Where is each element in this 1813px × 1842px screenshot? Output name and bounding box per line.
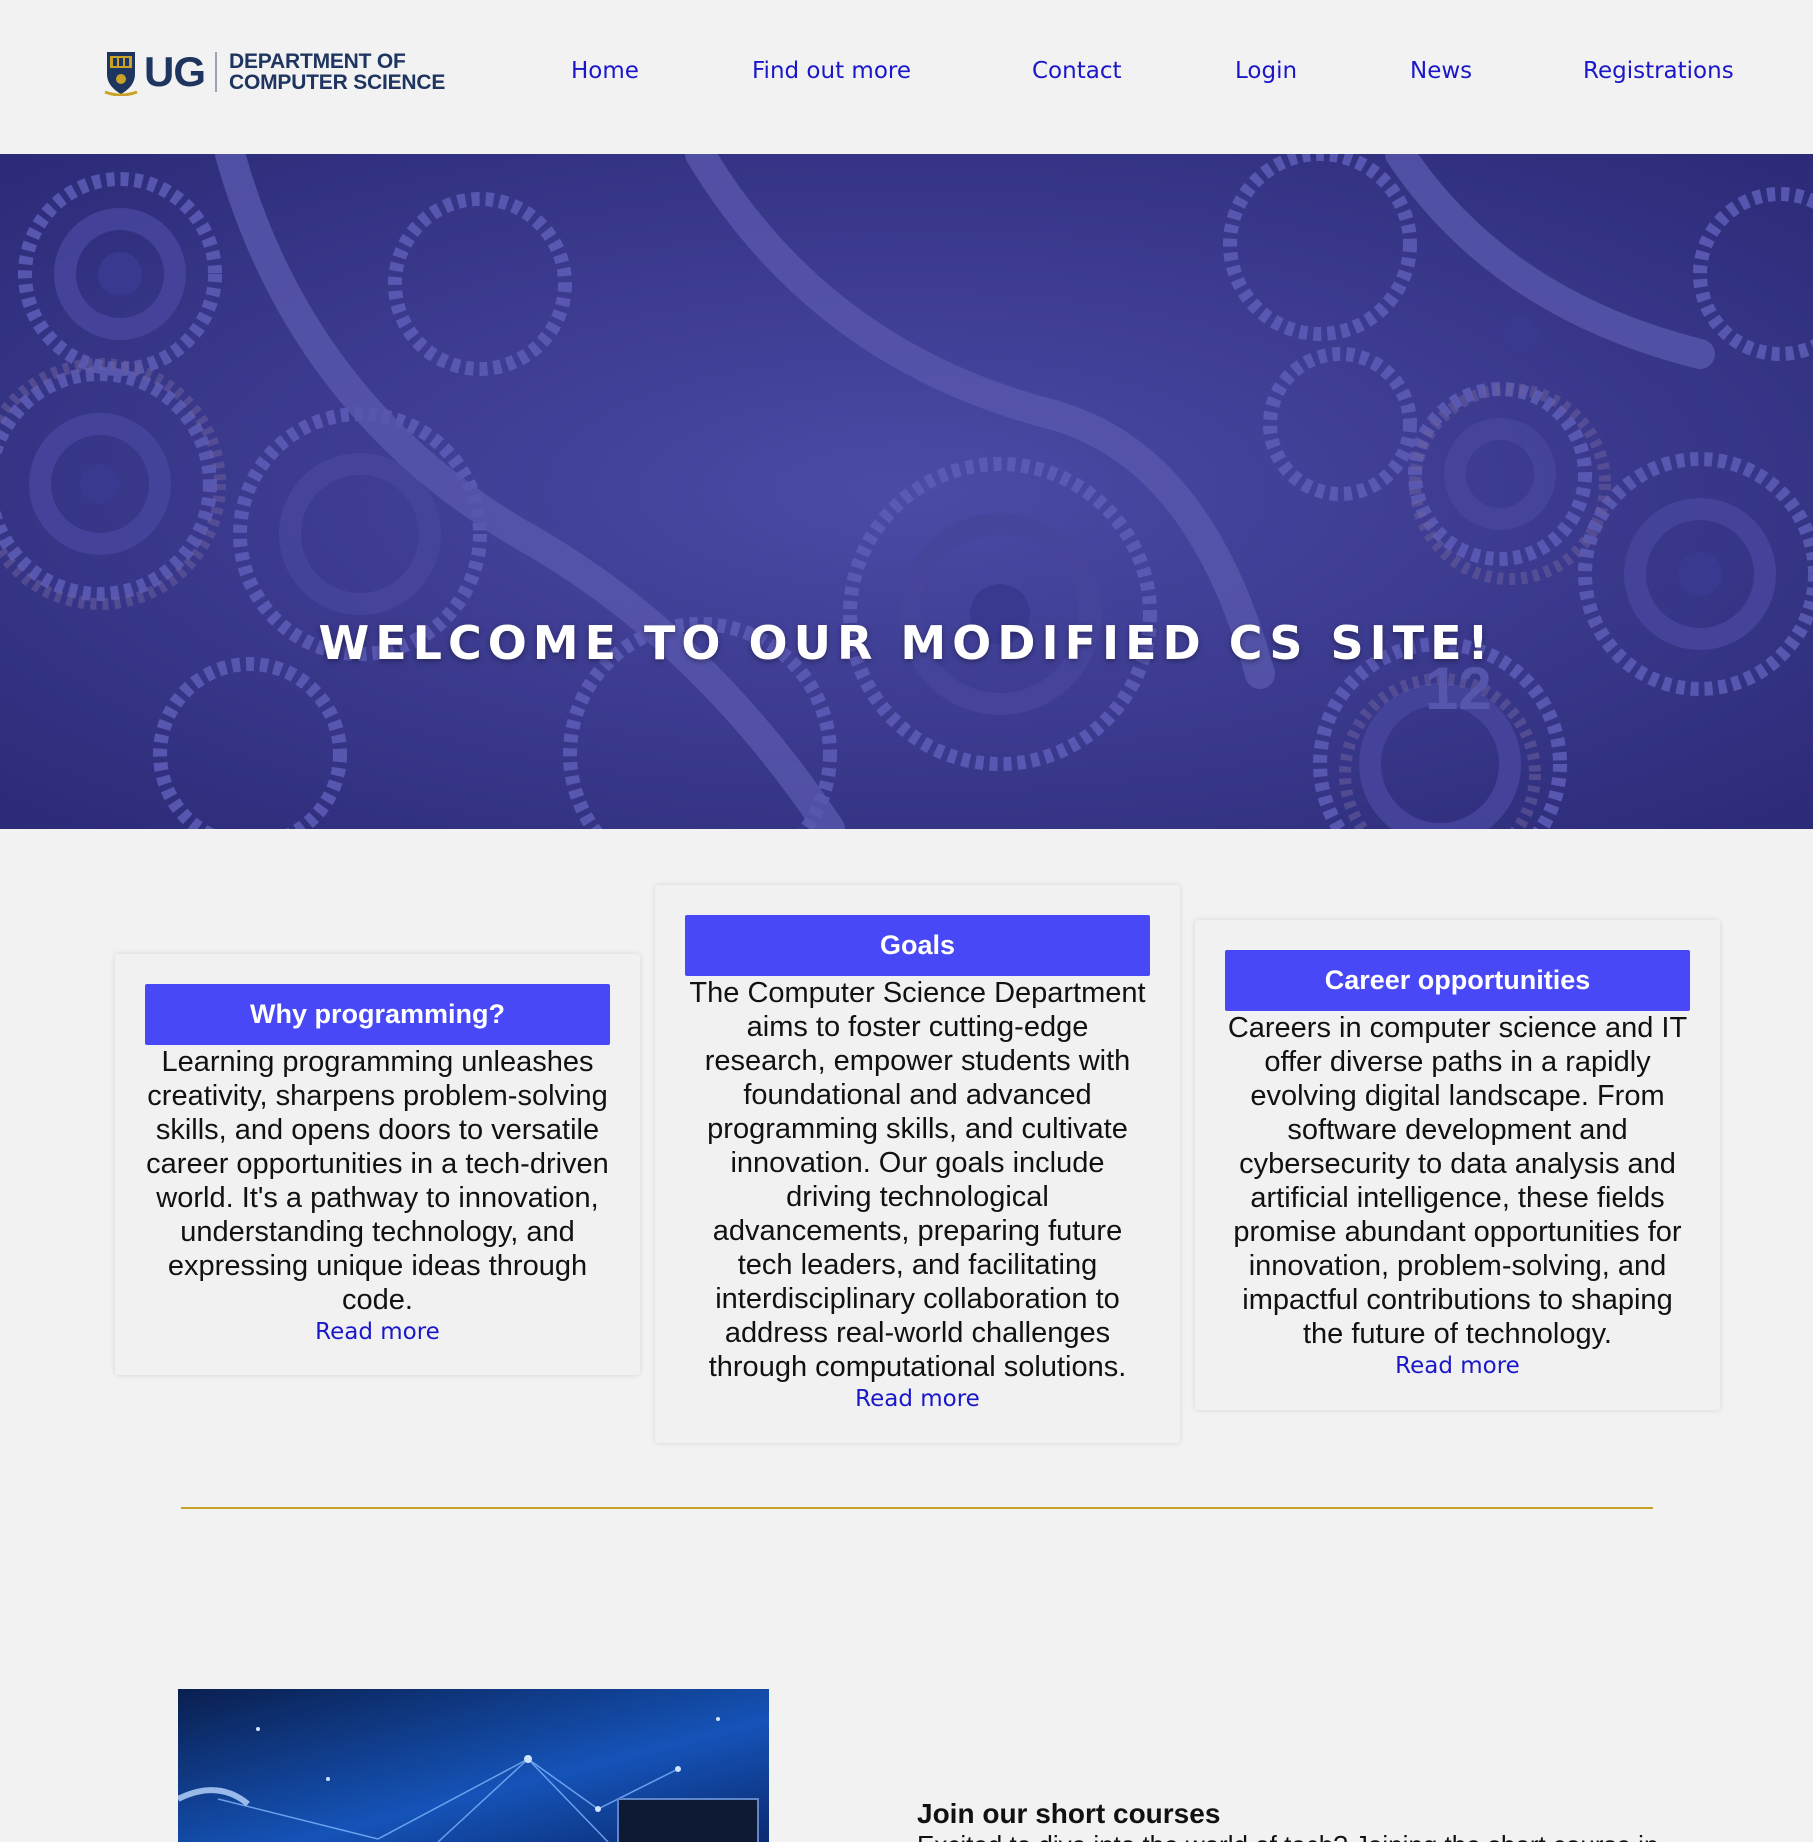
card-title: Goals: [685, 915, 1150, 976]
nav-home[interactable]: Home: [571, 58, 639, 84]
nav-find-out-more[interactable]: Find out more: [752, 58, 911, 84]
read-more-link[interactable]: Read more: [1225, 1351, 1690, 1381]
card-career-opportunities: Career opportunities Careers in computer…: [1195, 920, 1720, 1410]
hero-banner: 12 WELCOME TO OUR MODIFIED CS SITE!: [0, 154, 1813, 829]
card-title: Career opportunities: [1225, 950, 1690, 1011]
read-more-link[interactable]: Read more: [145, 1317, 610, 1347]
card-body: Careers in computer science and IT offer…: [1227, 1012, 1688, 1350]
card-body: Learning programming unleashes creativit…: [146, 1046, 609, 1316]
card-body: The Computer Science Department aims to …: [689, 977, 1146, 1383]
courses-title: Join our short courses: [917, 1798, 1221, 1829]
nav-registrations[interactable]: Registrations: [1583, 58, 1734, 84]
courses-image: [178, 1689, 769, 1842]
read-more-link[interactable]: Read more: [685, 1384, 1150, 1414]
nav-login[interactable]: Login: [1235, 58, 1297, 84]
courses-text: Excited to dive into the world of tech? …: [917, 1830, 1717, 1842]
nav-contact[interactable]: Contact: [1032, 58, 1121, 84]
gears-background-image: 12: [0, 154, 1813, 829]
nav-news[interactable]: News: [1410, 58, 1472, 84]
card-goals: Goals The Computer Science Department ai…: [655, 885, 1180, 1443]
card-why-programming: Why programming? Learning programming un…: [115, 954, 640, 1375]
site-header: UG DEPARTMENT OF COMPUTER SCIENCE Home F…: [0, 0, 1813, 154]
section-divider: [181, 1507, 1653, 1509]
main-nav: Home Find out more Contact Login News Re…: [0, 58, 1813, 90]
card-title: Why programming?: [145, 984, 610, 1045]
hero-title: WELCOME TO OUR MODIFIED CS SITE!: [318, 616, 1495, 670]
